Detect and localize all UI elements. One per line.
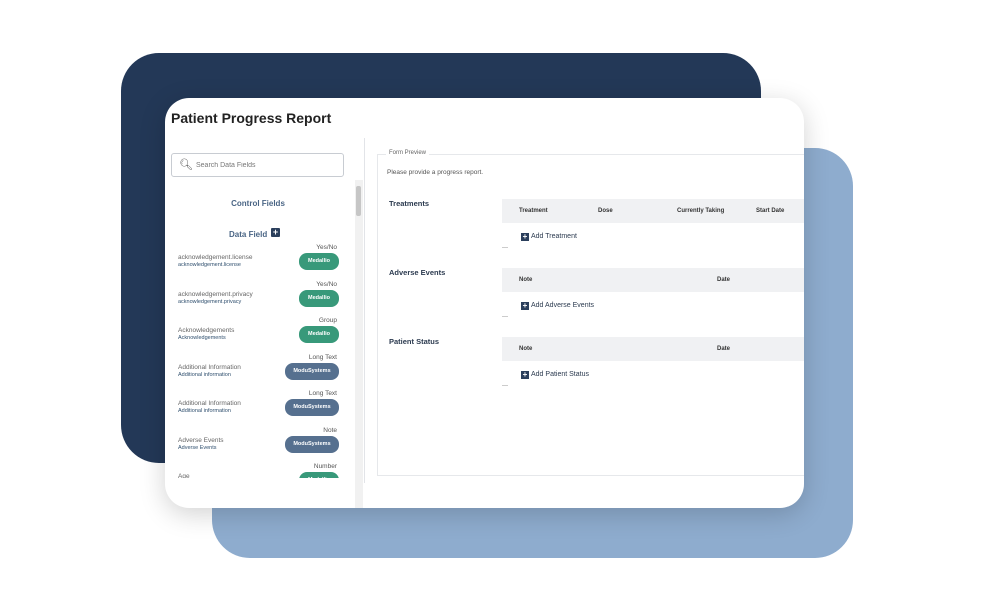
field-name: acknowledgement.license: [178, 254, 253, 261]
field-list-item[interactable]: Long Text Additional Information Additiona…: [165, 389, 357, 426]
add-patient-status-button[interactable]: + Add Patient Status: [521, 371, 589, 379]
treatments-table-header: Treatment Dose Currently Taking Start Da…: [502, 199, 804, 223]
form-preview-legend: Form Preview: [386, 150, 430, 156]
scrollbar-thumb[interactable]: [356, 186, 361, 216]
section-treatments-label: Treatments: [389, 199, 430, 208]
field-list-item[interactable]: Long Text Additional Information Additiona…: [165, 353, 357, 390]
app-window: Patient Progress Report 🔍︎ Control Field…: [165, 98, 804, 508]
source-badge[interactable]: ModuSystems: [285, 435, 339, 453]
field-type: Yes/No: [316, 280, 337, 288]
add-adverse-events-button[interactable]: + Add Adverse Events: [521, 302, 594, 310]
field-list-item[interactable]: NumberAgeAgeMedallio: [165, 462, 357, 478]
form-preview: Form Preview Please provide a progress r…: [377, 150, 804, 476]
source-badge[interactable]: ModuSystems: [285, 399, 339, 416]
control-fields-link[interactable]: Control Fields: [165, 199, 351, 208]
sidebar: 🔍︎ Control Fields Data Field + Yes/No ack…: [165, 138, 363, 508]
field-name: acknowledgement.privacy: [178, 290, 253, 298]
column-header: Currently Taking: [677, 208, 725, 214]
add-treatment-label: Add Treatment: [531, 233, 577, 240]
page-title: Patient Progress Report: [171, 110, 332, 126]
field-key: Additional information: [178, 371, 231, 378]
add-treatment-button[interactable]: + Add Treatment: [521, 233, 577, 241]
field-key: Additional information: [178, 408, 231, 414]
add-status-label: Add Patient Status: [531, 371, 589, 378]
section-adverse-label: Adverse Events: [389, 268, 446, 277]
column-header: Dose: [598, 208, 613, 214]
data-field-heading: Data Field: [229, 230, 268, 239]
field-list-item[interactable]: Yes/No acknowledgement.license acknowledge…: [165, 243, 357, 280]
row-divider: [502, 247, 508, 248]
search-icon: 🔍︎: [179, 159, 193, 171]
column-header: Start Date: [756, 208, 785, 214]
column-header: Note: [519, 346, 533, 352]
source-badge[interactable]: Medallio: [299, 326, 339, 343]
search-box[interactable]: 🔍︎: [171, 153, 344, 177]
field-list-item[interactable]: Note Adverse Events Adverse Events ModuSyst…: [165, 426, 357, 463]
field-list-item[interactable]: Yes/No acknowledgement.privacy acknowledge…: [165, 280, 357, 317]
source-badge[interactable]: Medallio: [299, 472, 339, 478]
field-name: Acknowledgements: [178, 327, 235, 334]
column-header: Date: [717, 346, 731, 352]
field-name: Adverse Events: [178, 436, 224, 444]
add-icon: +: [521, 232, 529, 241]
field-list-item[interactable]: Group Acknowledgements Acknowledgements Med…: [165, 316, 357, 353]
field-name: Additional Information: [178, 400, 241, 407]
add-icon: +: [521, 301, 529, 310]
field-key: Adverse Events: [178, 444, 217, 451]
field-list: Yes/No acknowledgement.license acknowledge…: [165, 243, 357, 478]
add-field-icon[interactable]: +: [271, 228, 280, 237]
search-input[interactable]: [196, 157, 336, 173]
field-type: Yes/No: [316, 244, 337, 251]
field-type: Number: [313, 463, 337, 470]
section-status-label: Patient Status: [389, 337, 440, 346]
status-table-header: Note Date: [502, 337, 804, 361]
field-key: acknowledgement.privacy: [178, 298, 242, 305]
source-badge[interactable]: Medallio: [299, 289, 339, 307]
field-name: Additional Information: [178, 363, 241, 371]
field-type: Long Text: [308, 390, 337, 397]
field-key: acknowledgement.license: [178, 262, 241, 268]
add-icon: +: [521, 370, 529, 379]
panel-divider[interactable]: [364, 138, 365, 483]
field-name: Age: [178, 473, 190, 478]
source-badge[interactable]: Medallio: [299, 253, 339, 270]
field-type: Group: [318, 317, 337, 324]
field-type: Note: [323, 426, 337, 434]
adverse-table-header: Note Date: [502, 268, 804, 292]
form-intro-text: Please provide a progress report.: [387, 169, 484, 176]
sidebar-scrollbar[interactable]: ▾: [355, 180, 363, 508]
row-divider: [502, 385, 508, 386]
column-header: Date: [717, 277, 731, 283]
field-key: Acknowledgements: [178, 335, 226, 341]
column-header: Treatment: [519, 208, 548, 214]
field-type: Long Text: [308, 353, 337, 361]
row-divider: [502, 316, 508, 317]
column-header: Note: [519, 277, 533, 283]
add-adverse-label: Add Adverse Events: [531, 302, 595, 309]
source-badge[interactable]: ModuSystems: [285, 362, 339, 380]
